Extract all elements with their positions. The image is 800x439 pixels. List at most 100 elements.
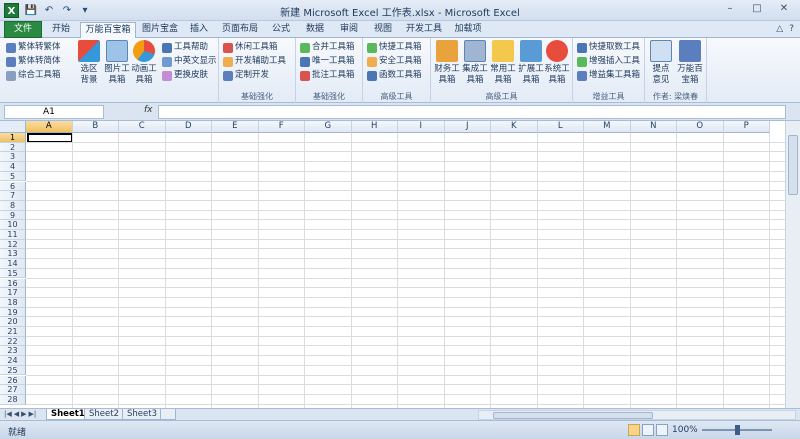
worksheet-grid[interactable]: A B C D E F G H I J K L M N O P 1 2 3 4 5 6 7 8 9 10 11 12 13 14 15 16 1…: [0, 121, 785, 408]
tab-data[interactable]: 数据: [300, 22, 330, 38]
security-toolbox-button[interactable]: 安全工具箱: [367, 55, 422, 68]
animation-toolbox-button[interactable]: 动画工 具箱: [130, 40, 158, 86]
row-header[interactable]: 18: [0, 297, 26, 308]
tab-home[interactable]: 开始: [46, 22, 76, 38]
comment-toolbox-button[interactable]: 批注工具箱: [300, 69, 355, 82]
tab-view[interactable]: 视图: [368, 22, 398, 38]
row-header[interactable]: 22: [0, 336, 26, 347]
row-header[interactable]: 28: [0, 394, 26, 405]
page-break-view-icon[interactable]: [656, 424, 668, 436]
row-header[interactable]: 24: [0, 356, 26, 366]
image-toolbox-button[interactable]: 图片工 具箱: [104, 40, 130, 86]
finance-toolbox-button[interactable]: 财务工 具箱: [434, 40, 460, 86]
page-layout-view-icon[interactable]: [642, 424, 654, 436]
row-header[interactable]: 14: [0, 259, 26, 269]
row-header[interactable]: 5: [0, 171, 26, 182]
scroll-thumb[interactable]: [788, 135, 798, 195]
leisure-toolbox-button[interactable]: 休闲工具箱: [223, 41, 278, 54]
row-header[interactable]: 16: [0, 278, 26, 289]
tab-addins[interactable]: 加载项: [450, 22, 486, 38]
select-all-corner[interactable]: [0, 121, 26, 133]
tab-toolbox[interactable]: 万能百宝箱: [80, 22, 136, 39]
change-skin-button[interactable]: 更换皮肤: [162, 69, 208, 82]
tab-file[interactable]: 文件: [4, 21, 42, 38]
zoom-level[interactable]: 100%: [672, 425, 698, 435]
integrated-toolbox-button[interactable]: 集成工 具箱: [462, 40, 488, 86]
column-header[interactable]: C: [119, 121, 166, 133]
row-header[interactable]: 20: [0, 317, 26, 327]
close-button[interactable]: ✕: [772, 2, 796, 17]
column-header[interactable]: P: [723, 121, 770, 133]
insert-function-icon[interactable]: fx: [144, 105, 153, 115]
row-header[interactable]: 23: [0, 346, 26, 357]
name-box[interactable]: A1: [4, 105, 104, 119]
combo-toolbox-button[interactable]: 综合工具箱: [6, 69, 61, 82]
tab-formulas[interactable]: 公式: [266, 22, 296, 38]
selection-bg-button[interactable]: 选区 背景: [76, 40, 102, 86]
column-header[interactable]: D: [165, 121, 212, 133]
normal-view-icon[interactable]: [628, 424, 640, 436]
tool-help-button[interactable]: 工具帮助: [162, 41, 208, 54]
unique-toolbox-button[interactable]: 唯一工具箱: [300, 55, 355, 68]
merge-toolbox-button[interactable]: 合并工具箱: [300, 41, 355, 54]
horizontal-scrollbar[interactable]: [478, 410, 796, 420]
column-header[interactable]: F: [258, 121, 305, 133]
column-header[interactable]: O: [677, 121, 724, 133]
row-header[interactable]: 12: [0, 239, 26, 250]
column-header[interactable]: A: [26, 121, 73, 133]
tab-page-layout[interactable]: 页面布局: [220, 22, 260, 38]
row-header[interactable]: 8: [0, 200, 26, 211]
row-header[interactable]: 17: [0, 288, 26, 298]
sheet-tab[interactable]: Sheet3: [122, 409, 162, 420]
column-header[interactable]: J: [444, 121, 491, 133]
sheet-tab[interactable]: Sheet2: [84, 409, 124, 420]
row-header[interactable]: 6: [0, 181, 26, 192]
column-header[interactable]: B: [72, 121, 119, 133]
row-header[interactable]: 1: [0, 133, 26, 143]
vertical-scrollbar[interactable]: [785, 121, 800, 408]
extended-toolbox-button[interactable]: 扩展工 具箱: [518, 40, 544, 86]
insert-sheet-icon[interactable]: [160, 409, 176, 420]
cn-en-display-button[interactable]: 中英文显示: [162, 55, 217, 68]
enhanced-insert-button[interactable]: 增强插入工具: [577, 55, 640, 68]
quick-fetch-button[interactable]: 快捷取数工具: [577, 41, 640, 54]
column-header[interactable]: H: [351, 121, 398, 133]
trad-to-trad-button[interactable]: 繁体转繁体: [6, 41, 61, 54]
row-header[interactable]: 7: [0, 191, 26, 201]
help-icon[interactable]: ?: [789, 24, 794, 34]
formula-input[interactable]: [158, 105, 786, 119]
trad-to-simple-button[interactable]: 繁体转简体: [6, 55, 61, 68]
maximize-button[interactable]: □: [745, 2, 769, 17]
minimize-button[interactable]: –: [718, 2, 742, 17]
row-header[interactable]: 3: [0, 152, 26, 163]
tab-picture-box[interactable]: 图片宝盒: [140, 22, 180, 38]
first-sheet-icon[interactable]: |◀: [4, 410, 12, 418]
next-sheet-icon[interactable]: ▶: [21, 410, 26, 418]
row-header[interactable]: 9: [0, 210, 26, 221]
column-header[interactable]: L: [537, 121, 584, 133]
row-header[interactable]: 4: [0, 162, 26, 172]
row-header[interactable]: 10: [0, 220, 26, 230]
column-header[interactable]: E: [212, 121, 259, 133]
column-header[interactable]: G: [305, 121, 352, 133]
row-header[interactable]: 19: [0, 307, 26, 318]
row-header[interactable]: 2: [0, 142, 26, 153]
zoom-slider-knob[interactable]: [735, 425, 740, 435]
custom-dev-button[interactable]: 定制开发: [223, 69, 269, 82]
row-header[interactable]: 26: [0, 375, 26, 386]
last-sheet-icon[interactable]: ▶|: [29, 410, 37, 418]
tab-review[interactable]: 审阅: [334, 22, 364, 38]
column-header[interactable]: N: [630, 121, 677, 133]
tab-developer[interactable]: 开发工具: [402, 22, 446, 38]
row-header[interactable]: 15: [0, 268, 26, 279]
row-header[interactable]: 21: [0, 327, 26, 337]
column-header[interactable]: K: [491, 121, 538, 133]
row-header[interactable]: 13: [0, 249, 26, 260]
dev-assist-button[interactable]: 开发辅助工具: [223, 55, 286, 68]
minimize-ribbon-icon[interactable]: △: [776, 24, 783, 34]
row-header[interactable]: 11: [0, 230, 26, 240]
quick-toolbox-button[interactable]: 快捷工具箱: [367, 41, 422, 54]
toolbox-home-button[interactable]: 万能百 宝箱: [676, 40, 704, 86]
addin-toolbox-button[interactable]: 增益集工具箱: [577, 69, 640, 82]
row-header[interactable]: 27: [0, 385, 26, 395]
